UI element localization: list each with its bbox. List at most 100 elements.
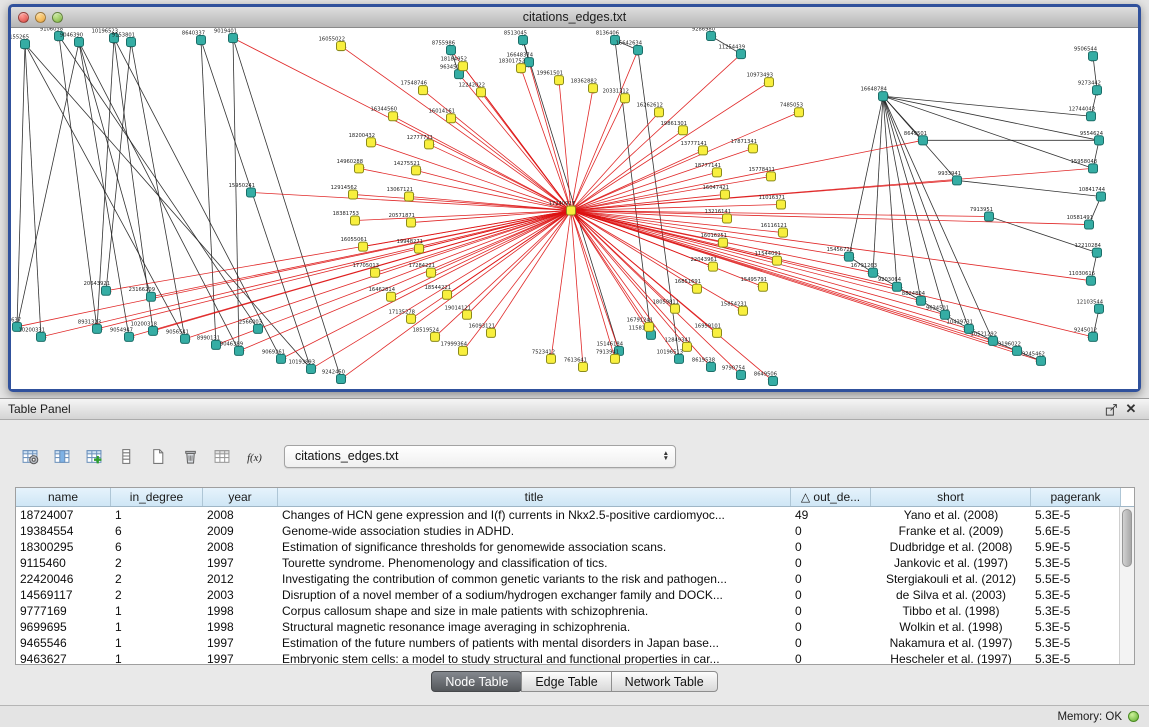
graph-node[interactable] [1085, 220, 1094, 229]
graph-node[interactable] [767, 172, 776, 181]
graph-node[interactable] [671, 304, 680, 313]
graph-node[interactable] [1097, 192, 1106, 201]
graph-node[interactable] [773, 256, 782, 265]
table-row[interactable]: 1830029562008Estimation of significance … [16, 539, 1119, 555]
graph-node[interactable] [985, 212, 994, 221]
table-row[interactable]: 911546021997Tourette syndrome. Phenomeno… [16, 555, 1119, 571]
graph-node[interactable] [699, 146, 708, 155]
graph-node[interactable] [277, 354, 286, 363]
graph-node[interactable] [307, 364, 316, 373]
graph-node[interactable] [707, 32, 716, 41]
graph-node[interactable] [683, 342, 692, 351]
graph-node[interactable] [737, 50, 746, 59]
delete-table-icon[interactable] [178, 444, 202, 468]
table-row[interactable]: 1872400712008Changes of HCN gene express… [16, 507, 1119, 523]
float-panel-icon[interactable] [1101, 401, 1121, 418]
graph-node[interactable] [415, 244, 424, 253]
graph-node[interactable] [759, 282, 768, 291]
graph-node[interactable] [621, 94, 630, 103]
column-header-title[interactable]: title [278, 488, 791, 506]
graph-node[interactable] [127, 38, 136, 47]
graph-node[interactable] [879, 92, 888, 101]
graph-node[interactable] [869, 268, 878, 277]
graph-node[interactable] [645, 322, 654, 331]
table-row[interactable]: 969969511998Structural magnetic resonanc… [16, 619, 1119, 635]
table-row[interactable]: 2242004622012Investigating the contribut… [16, 571, 1119, 587]
graph-node[interactable] [713, 168, 722, 177]
graph-node[interactable] [405, 192, 414, 201]
graph-node[interactable] [37, 332, 46, 341]
graph-node[interactable] [779, 228, 788, 237]
graph-node[interactable] [359, 242, 368, 251]
graph-node[interactable] [917, 296, 926, 305]
graph-node[interactable] [459, 346, 468, 355]
close-panel-icon[interactable]: ✕ [1121, 401, 1141, 418]
graph-node[interactable] [389, 112, 398, 121]
graph-node[interactable] [21, 40, 30, 49]
table-row[interactable]: 977716911998Corpus callosum shape and si… [16, 603, 1119, 619]
graph-node[interactable] [1087, 276, 1096, 285]
graph-node[interactable] [463, 310, 472, 319]
graph-node[interactable] [1089, 332, 1098, 341]
graph-node[interactable] [407, 218, 416, 227]
graph-node[interactable] [1037, 356, 1046, 365]
graph-node[interactable] [893, 282, 902, 291]
graph-node[interactable] [941, 310, 950, 319]
column-header-pagerank[interactable]: pagerank [1031, 488, 1121, 506]
graph-node[interactable] [149, 326, 158, 335]
graph-node[interactable] [93, 324, 102, 333]
minimize-window-button[interactable] [35, 12, 46, 23]
graph-node[interactable] [367, 138, 376, 147]
graph-node[interactable] [517, 64, 526, 73]
graph-node[interactable] [229, 34, 238, 43]
graph-node[interactable] [675, 354, 684, 363]
graph-node[interactable] [181, 334, 190, 343]
graph-node[interactable] [447, 46, 456, 55]
graph-node[interactable] [477, 88, 486, 97]
network-canvas[interactable]: 9155265910603890463901019652391538018640… [11, 28, 1138, 389]
graph-node[interactable] [719, 238, 728, 247]
graph-node[interactable] [1095, 304, 1104, 313]
graph-node[interactable] [765, 78, 774, 87]
graph-node[interactable] [1089, 52, 1098, 61]
tab-node-table[interactable]: Node Table [431, 671, 522, 692]
graph-node[interactable] [721, 190, 730, 199]
graph-node[interactable] [679, 126, 688, 135]
graph-node[interactable] [387, 292, 396, 301]
graph-node[interactable] [337, 374, 346, 383]
graph-node[interactable] [777, 200, 786, 209]
show-columns-icon[interactable] [50, 444, 74, 468]
graph-node[interactable] [953, 176, 962, 185]
graph-node[interactable] [919, 136, 928, 145]
graph-node[interactable] [351, 216, 360, 225]
import-table-icon[interactable] [210, 444, 234, 468]
table-mode-icon[interactable] [18, 444, 42, 468]
graph-node[interactable] [769, 376, 778, 385]
graph-node[interactable] [795, 108, 804, 117]
close-window-button[interactable] [18, 12, 29, 23]
graph-node[interactable] [1095, 136, 1104, 145]
graph-node[interactable] [723, 214, 732, 223]
column-header-out-de[interactable]: △ out_de... [791, 488, 871, 506]
table-selector[interactable]: citations_edges.txt ▲▼ [284, 445, 676, 468]
graph-node[interactable] [989, 336, 998, 345]
table-row[interactable]: 946362711997Embryonic stem cells: a mode… [16, 651, 1119, 664]
table-row[interactable]: 1456911722003Disruption of a novel membe… [16, 587, 1119, 603]
tab-network-table[interactable]: Network Table [611, 671, 718, 692]
graph-node[interactable] [519, 36, 528, 45]
graph-node[interactable] [349, 190, 358, 199]
graph-node[interactable] [125, 332, 134, 341]
graph-node[interactable] [611, 354, 620, 363]
graph-node[interactable] [709, 262, 718, 271]
tab-edge-table[interactable]: Edge Table [521, 671, 611, 692]
graph-node[interactable] [589, 84, 598, 93]
create-column-icon[interactable] [82, 444, 106, 468]
column-header-in-degree[interactable]: in_degree [111, 488, 203, 506]
graph-node[interactable] [579, 362, 588, 371]
graph-node[interactable] [707, 362, 716, 371]
graph-node[interactable] [459, 62, 468, 71]
column-header-short[interactable]: short [871, 488, 1031, 506]
graph-node[interactable] [197, 36, 206, 45]
graph-node[interactable] [1089, 164, 1098, 173]
graph-node[interactable] [254, 324, 263, 333]
